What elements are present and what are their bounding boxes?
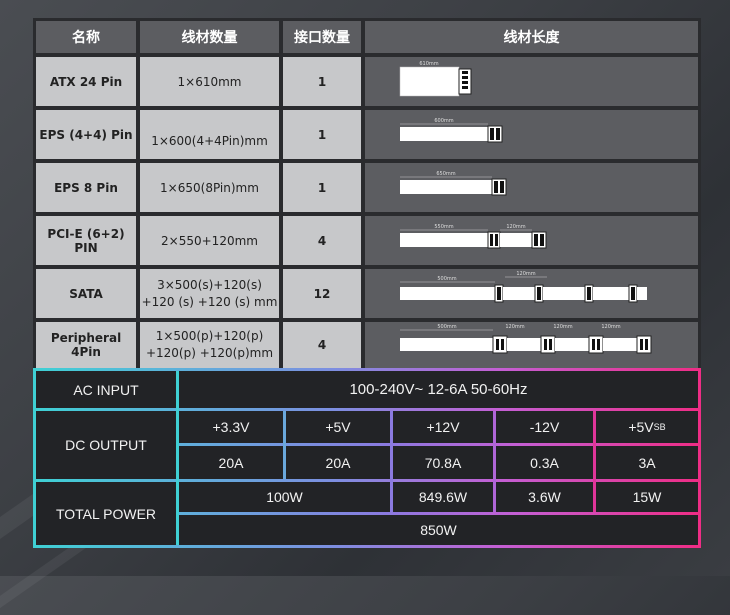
row-name: EPS 8 Pin — [36, 163, 136, 212]
cable-count-line2: +120(p) +120(p)mm — [145, 346, 274, 360]
segment-label: 120mm — [516, 271, 535, 277]
cable-table: 名称 线材数量 接口数量 线材长度 ATX 24 Pin 1×610mm 1 6… — [33, 18, 701, 368]
segment-label: 500mm — [437, 324, 456, 330]
row-connector-count: 4 — [283, 216, 361, 265]
grid-line — [593, 411, 596, 512]
grid-line — [179, 443, 698, 446]
current-5v: 20A — [286, 446, 390, 479]
current-3v3: 20A — [179, 446, 283, 479]
segment-label: 550mm — [434, 224, 453, 230]
cable-diagram-sata: 500mm 120mm — [365, 269, 698, 318]
cable-diagram-atx: 610mm — [365, 57, 698, 106]
ac-input-label: AC INPUT — [36, 371, 176, 408]
row-name: PCI-E (6+2) PIN — [36, 216, 136, 265]
header-name: 名称 — [36, 21, 136, 53]
rail-5v: +5V — [286, 411, 390, 443]
row-connector-count: 4 — [283, 322, 361, 368]
row-name: ATX 24 Pin — [36, 57, 136, 106]
power-spec-table: AC INPUT 100-240V~ 12-6A 50-60Hz DC OUTP… — [33, 368, 701, 548]
current-minus12v: 0.3A — [496, 446, 593, 479]
row-cable-count: 3×500(s)+120(s) +120 (s) +120 (s) mm — [140, 269, 279, 318]
cable-count-line2: +120 (s) +120 (s) mm — [141, 294, 278, 309]
current-12v: 70.8A — [393, 446, 493, 479]
grid-line — [176, 371, 179, 545]
grid-line — [493, 411, 496, 512]
total-power-label: TOTAL POWER — [36, 482, 176, 545]
rail-3v3: +3.3V — [179, 411, 283, 443]
cable-count-line1: 3×500(s)+120(s) — [157, 277, 262, 292]
row-connector-count: 1 — [283, 57, 361, 106]
cable-diagram-eps44: 600mm — [365, 110, 698, 159]
grid-line — [179, 512, 698, 515]
segment-label: 610mm — [419, 61, 438, 67]
grid-line — [283, 411, 286, 479]
power-12v: 849.6W — [393, 482, 493, 512]
row-cable-count: 1×650(8Pin)mm — [140, 163, 279, 212]
power-3v3-5v: 100W — [179, 482, 390, 512]
dc-output-label: DC OUTPUT — [36, 411, 176, 479]
rail-minus12v: -12V — [496, 411, 593, 443]
header-connector-count: 接口数量 — [283, 21, 361, 53]
row-connector-count: 12 — [283, 269, 361, 318]
segment-label: 600mm — [434, 118, 453, 124]
segment-label: 500mm — [437, 276, 456, 282]
row-connector-count: 1 — [283, 110, 361, 159]
rail-5vsb-main: +5V — [628, 419, 654, 435]
grid-line — [36, 479, 698, 482]
cable-diagram-peripheral: 500mm 120mm 120mm 120mm — [365, 322, 698, 368]
segment-label: 120mm — [505, 324, 524, 330]
row-name: EPS (4+4) Pin — [36, 110, 136, 159]
cable-count-line1: 1×500(p)+120(p) — [155, 329, 264, 343]
power-5vsb: 15W — [596, 482, 698, 512]
row-cable-count: 2×550+120mm — [140, 216, 279, 265]
header-cable-count: 线材数量 — [140, 21, 279, 53]
rail-5vsb: +5V SB — [596, 411, 698, 443]
grid-line — [390, 411, 393, 512]
row-cable-count: 1×610mm — [140, 57, 279, 106]
segment-label: 120mm — [553, 324, 572, 330]
power-minus12v: 3.6W — [496, 482, 593, 512]
segment-label: 120mm — [506, 224, 525, 230]
cable-diagram-pcie: 550mm 120mm — [365, 216, 698, 265]
row-name: SATA — [36, 269, 136, 318]
ac-input-value: 100-240V~ 12-6A 50-60Hz — [179, 371, 698, 408]
segment-label: 650mm — [436, 171, 455, 177]
row-cable-count: 1×600(4+4Pin)mm — [140, 110, 279, 159]
header-cable-length: 线材长度 — [365, 21, 698, 53]
rail-5vsb-sub: SB — [653, 422, 666, 432]
grid-line — [36, 408, 698, 411]
total-power-value: 850W — [179, 515, 698, 545]
row-cable-count: 1×500(p)+120(p) +120(p) +120(p)mm — [140, 322, 279, 368]
row-connector-count: 1 — [283, 163, 361, 212]
current-5vsb: 3A — [596, 446, 698, 479]
cable-diagram-eps8: 650mm — [365, 163, 698, 212]
row-name: Peripheral 4Pin — [36, 322, 136, 368]
rail-12v: +12V — [393, 411, 493, 443]
segment-label: 120mm — [601, 324, 620, 330]
